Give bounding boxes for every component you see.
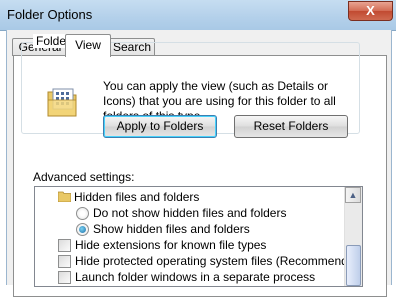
- scrollbar-thumb[interactable]: [346, 245, 361, 286]
- radio-button-selected[interactable]: [76, 223, 89, 236]
- reset-folders-button[interactable]: Reset Folders: [234, 115, 348, 138]
- tab-view[interactable]: View: [65, 34, 111, 57]
- checkbox-label: Hide extensions for known file types: [75, 238, 267, 252]
- advanced-settings-list[interactable]: Hidden files and folders Do not show hid…: [34, 186, 363, 287]
- title-bar: Folder Options X: [0, 0, 396, 31]
- checkbox-label: Launch folder windows in a separate proc…: [75, 270, 316, 284]
- advanced-settings-label: Advanced settings:: [33, 170, 135, 184]
- checkbox-label: Hide protected operating system files (R…: [75, 254, 363, 268]
- chevron-up-icon: ▲: [348, 190, 358, 200]
- button-label: Reset Folders: [253, 119, 329, 133]
- tab-label: View: [75, 38, 101, 52]
- list-item-label: Hidden files and folders: [74, 190, 200, 204]
- folder-icon: [58, 191, 71, 202]
- close-button[interactable]: X: [348, 1, 393, 21]
- checkbox[interactable]: [58, 271, 71, 284]
- apply-to-folders-button[interactable]: Apply to Folders: [103, 115, 217, 138]
- checkbox[interactable]: [58, 239, 71, 252]
- checkbox[interactable]: [58, 255, 71, 268]
- radio-label: Do not show hidden files and folders: [93, 206, 287, 220]
- radio-button[interactable]: [76, 207, 89, 220]
- vertical-scrollbar[interactable]: ▲: [344, 187, 362, 286]
- radio-label: Show hidden files and folders: [93, 222, 250, 236]
- window-title: Folder Options: [7, 7, 93, 22]
- scroll-up-button[interactable]: ▲: [345, 187, 361, 203]
- button-label: Apply to Folders: [116, 119, 204, 133]
- folder-views-icon: [47, 88, 77, 117]
- close-icon: X: [366, 3, 375, 18]
